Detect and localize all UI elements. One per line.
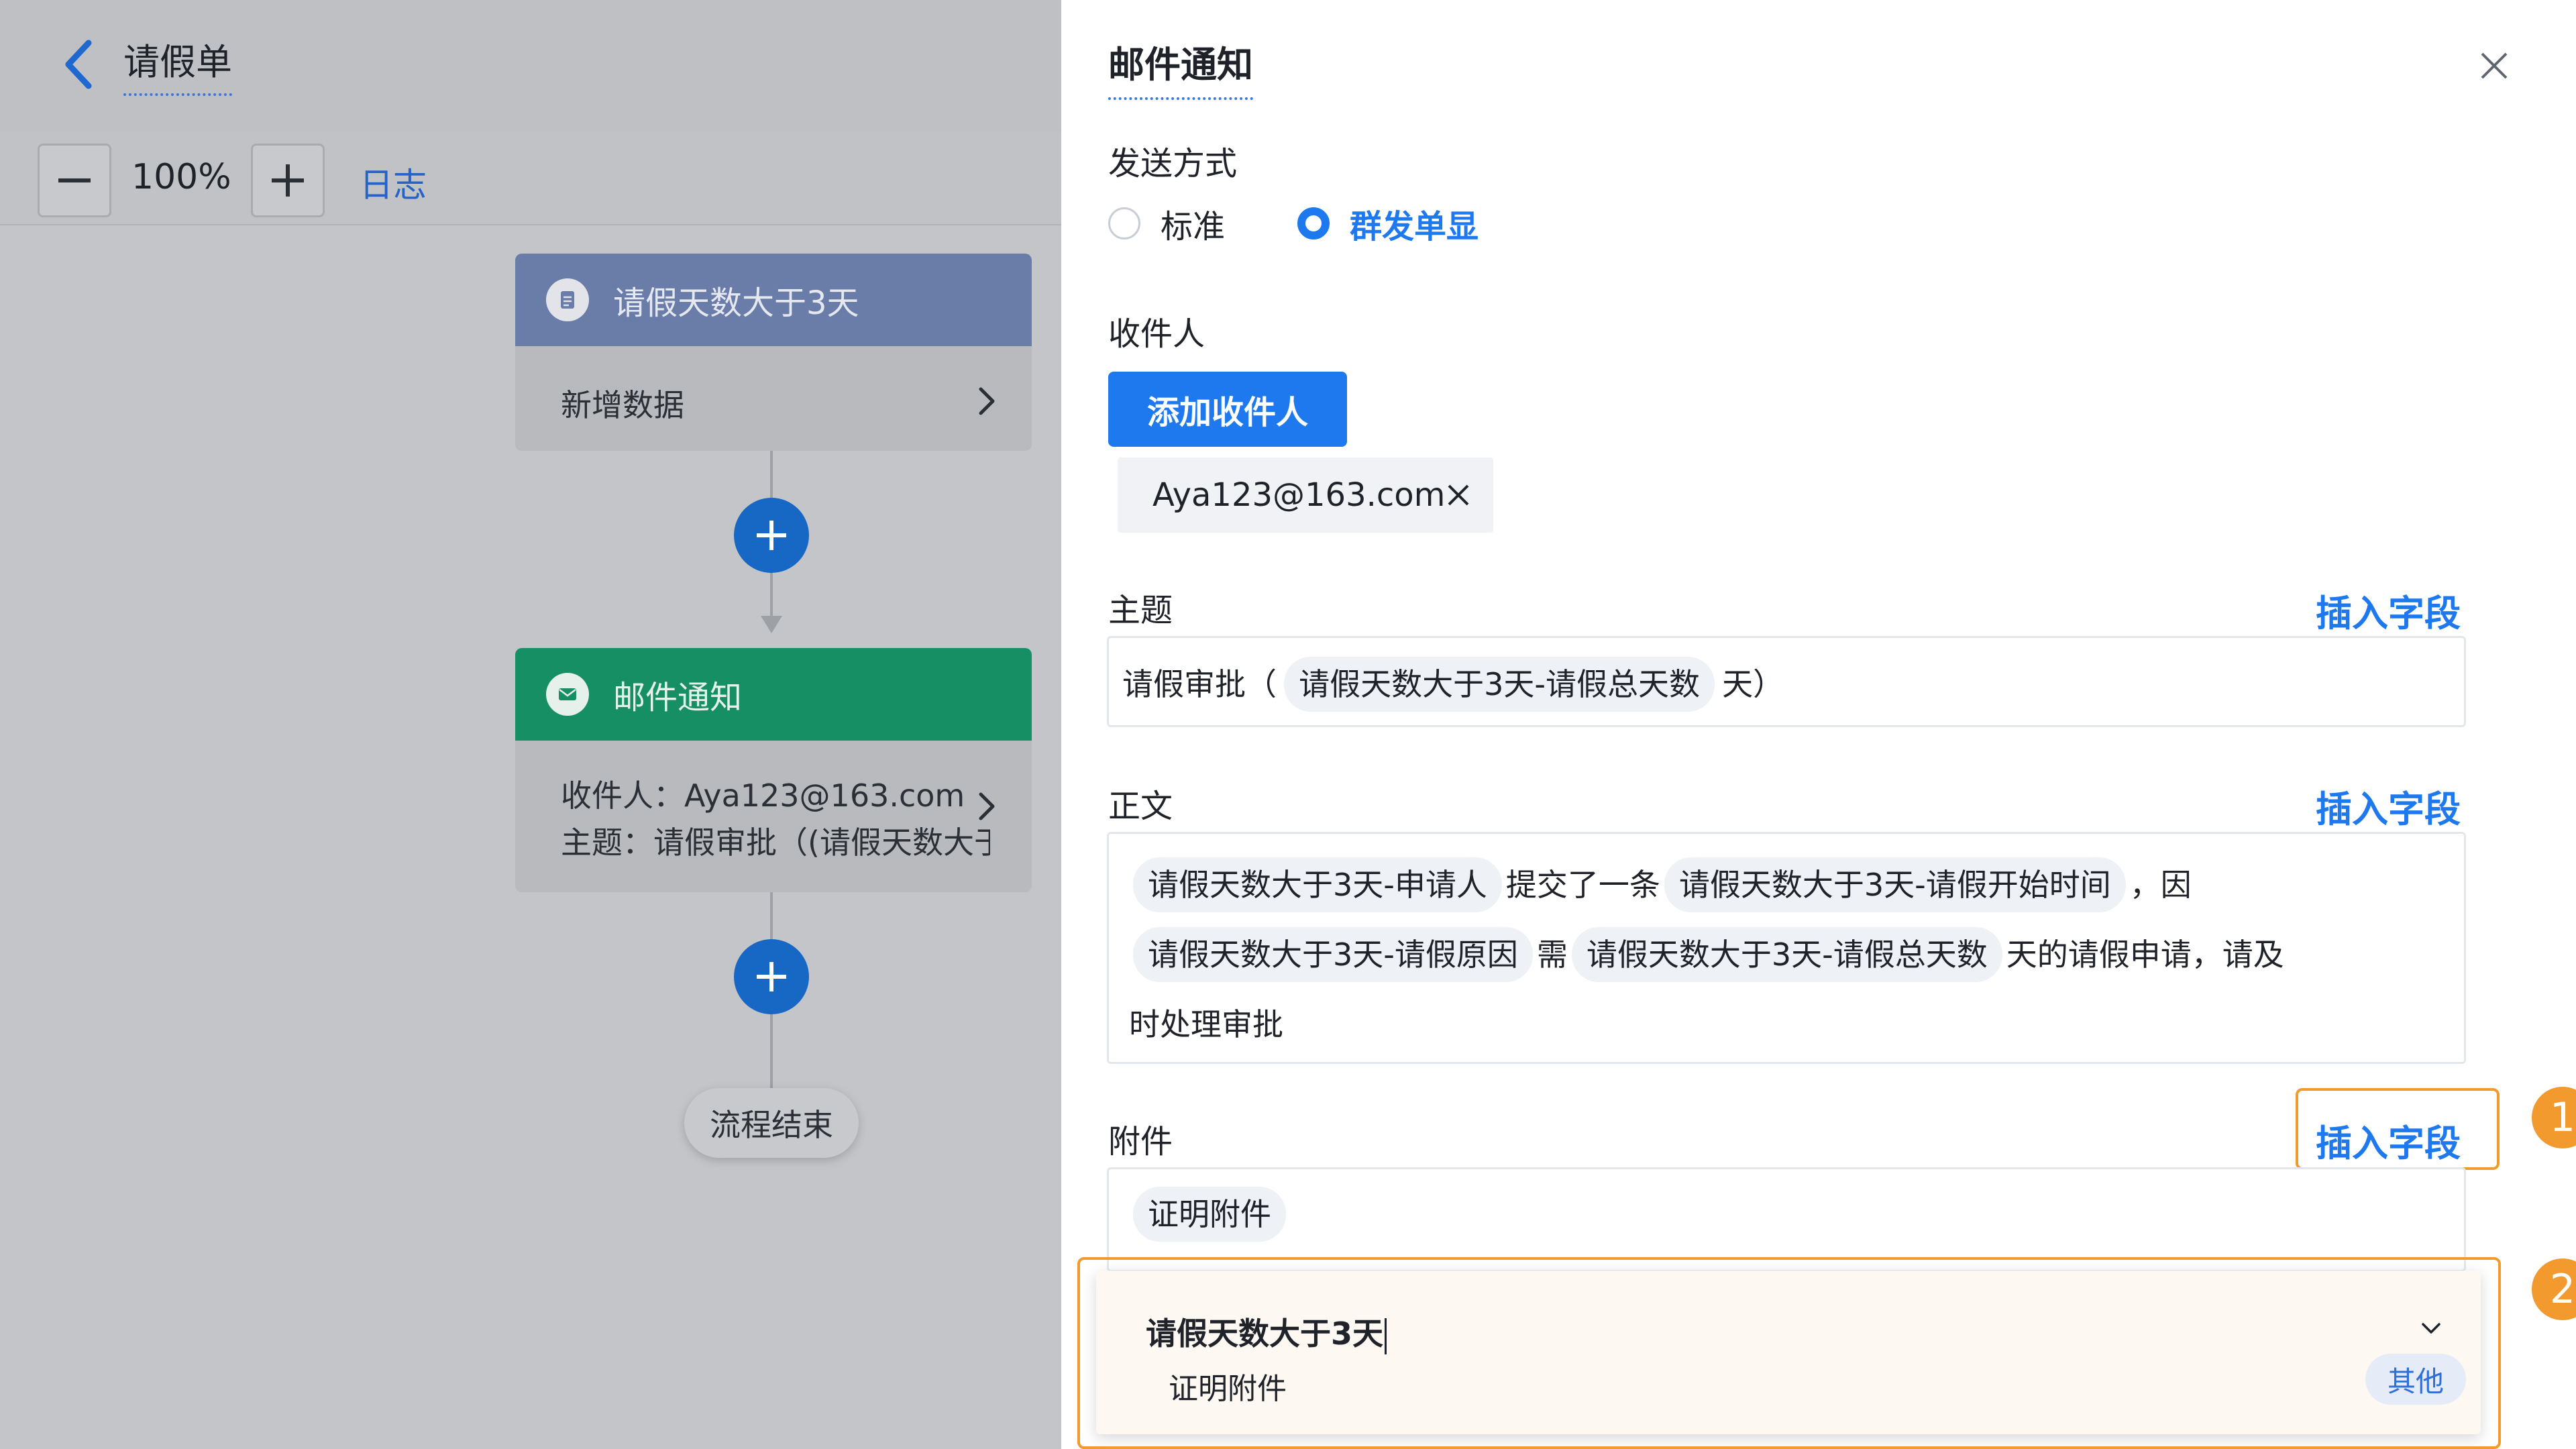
email-node[interactable]: 邮件通知 收件人：Aya123@163.com 主题：请假审批（(请假天数大于3… <box>515 648 1032 892</box>
chevron-right-icon <box>979 792 995 820</box>
body-line: 请假天数大于3天-申请人 提交了一条 请假天数大于3天-请假开始时间 ，因 <box>1129 850 2444 920</box>
body-text: 需 <box>1536 936 1568 973</box>
subject-prefix: 请假审批（ <box>1122 666 1277 702</box>
plus-icon <box>272 164 304 197</box>
add-step-button[interactable] <box>734 498 809 573</box>
field-chip[interactable]: 请假天数大于3天-申请人 <box>1133 857 1502 912</box>
page-title[interactable]: 请假单 <box>123 32 232 96</box>
chevron-right-icon <box>979 387 995 415</box>
callout-highlight-2 <box>1077 1257 2501 1449</box>
email-node-subject: 主题：请假审批（(请假天数大于3天-请假总天数)天） <box>561 824 990 861</box>
editor-header: 请假单 <box>0 0 1061 131</box>
radio-label: 群发单显 <box>1350 208 1479 246</box>
subject-label: 主题 <box>1108 592 1173 629</box>
field-chip[interactable]: 请假天数大于3天-请假原因 <box>1133 927 1533 982</box>
radio-circle[interactable] <box>1297 207 1330 239</box>
connector-arrow <box>761 616 782 633</box>
trigger-node[interactable]: 请假天数大于3天 新增数据 <box>515 254 1032 451</box>
add-recipient-button[interactable]: 添加收件人 <box>1108 372 1347 447</box>
minus-icon <box>58 178 91 182</box>
log-link[interactable]: 日志 <box>360 158 427 207</box>
document-icon <box>546 278 589 321</box>
flow-end-node: 流程结束 <box>684 1088 859 1158</box>
recipients-label: 收件人 <box>1108 315 1205 353</box>
callout-badge-1: 1 <box>2532 1087 2576 1148</box>
email-node-header: 邮件通知 <box>515 648 1032 741</box>
trigger-node-header: 请假天数大于3天 <box>515 254 1032 346</box>
subject-suffix: 天） <box>1722 666 1784 702</box>
insert-field-link-body[interactable]: 插入字段 <box>2316 780 2461 833</box>
body-line: 时处理审批 <box>1129 989 2444 1059</box>
add-step-button[interactable] <box>734 939 809 1014</box>
body-text: 时处理审批 <box>1129 1006 1283 1042</box>
back-button[interactable] <box>59 38 99 91</box>
attachment-input[interactable]: 证明附件 <box>1107 1167 2466 1272</box>
body-text: 天的请假申请，请及 <box>2006 936 2284 973</box>
recipient-email: Aya123@163.com <box>1152 476 1446 514</box>
mail-icon <box>546 673 589 716</box>
zoom-out-button[interactable] <box>38 144 111 217</box>
remove-recipient-button[interactable] <box>1444 480 1473 510</box>
field-chip[interactable]: 请假天数大于3天-请假开始时间 <box>1664 857 2126 912</box>
chevron-left-icon <box>65 40 92 89</box>
attachment-label: 附件 <box>1108 1123 1173 1161</box>
flow-editor: 请假单 100% 日志 请假天数大于3天 新增数据 邮件通知 收件人：Aya12… <box>0 0 1061 1449</box>
radio-label: 标准 <box>1161 208 1226 246</box>
zoom-level: 100% <box>131 157 231 197</box>
zoom-in-button[interactable] <box>251 144 325 217</box>
email-node-title: 邮件通知 <box>613 679 743 716</box>
body-line: 请假天数大于3天-请假原因 需 请假天数大于3天-请假总天数 天的请假申请，请及 <box>1129 920 2444 989</box>
plus-icon <box>757 521 786 550</box>
email-notification-drawer: 邮件通知 发送方式 标准 群发单显 收件人 添加收件人 Aya123@163.c… <box>1061 0 2576 1449</box>
trigger-node-title: 请假天数大于3天 <box>613 284 859 322</box>
close-button[interactable] <box>2473 44 2516 87</box>
trigger-node-body: 新增数据 <box>561 387 684 423</box>
insert-field-link-subject[interactable]: 插入字段 <box>2316 584 2461 637</box>
plus-icon <box>757 962 786 991</box>
subject-input[interactable]: 请假审批（ 请假天数大于3天-请假总天数 天） <box>1107 636 2466 727</box>
radio-circle[interactable] <box>1108 207 1140 239</box>
email-node-recipient: 收件人：Aya123@163.com <box>561 777 965 814</box>
close-icon <box>2481 52 2508 79</box>
callout-badge-2: 2 <box>2532 1258 2576 1320</box>
field-chip[interactable]: 请假天数大于3天-请假总天数 <box>1284 657 1715 712</box>
field-chip[interactable]: 证明附件 <box>1133 1187 1286 1242</box>
body-text: 提交了一条 <box>1505 867 1660 903</box>
drawer-title: 邮件通知 <box>1108 35 1253 100</box>
callout-highlight-1 <box>2296 1088 2500 1170</box>
send-method-label: 发送方式 <box>1108 145 1238 182</box>
close-icon <box>1448 484 1469 506</box>
radio-standard[interactable]: 标准 <box>1108 200 1225 247</box>
radio-group-single-display[interactable]: 群发单显 <box>1297 200 1479 247</box>
body-input[interactable]: 请假天数大于3天-申请人 提交了一条 请假天数大于3天-请假开始时间 ，因 请假… <box>1107 832 2466 1064</box>
recipient-tag: Aya123@163.com <box>1118 458 1493 533</box>
body-text: ，因 <box>2129 867 2192 903</box>
body-label: 正文 <box>1108 788 1173 825</box>
field-chip[interactable]: 请假天数大于3天-请假总天数 <box>1571 927 2002 982</box>
zoom-toolbar: 100% 日志 <box>0 131 1061 225</box>
